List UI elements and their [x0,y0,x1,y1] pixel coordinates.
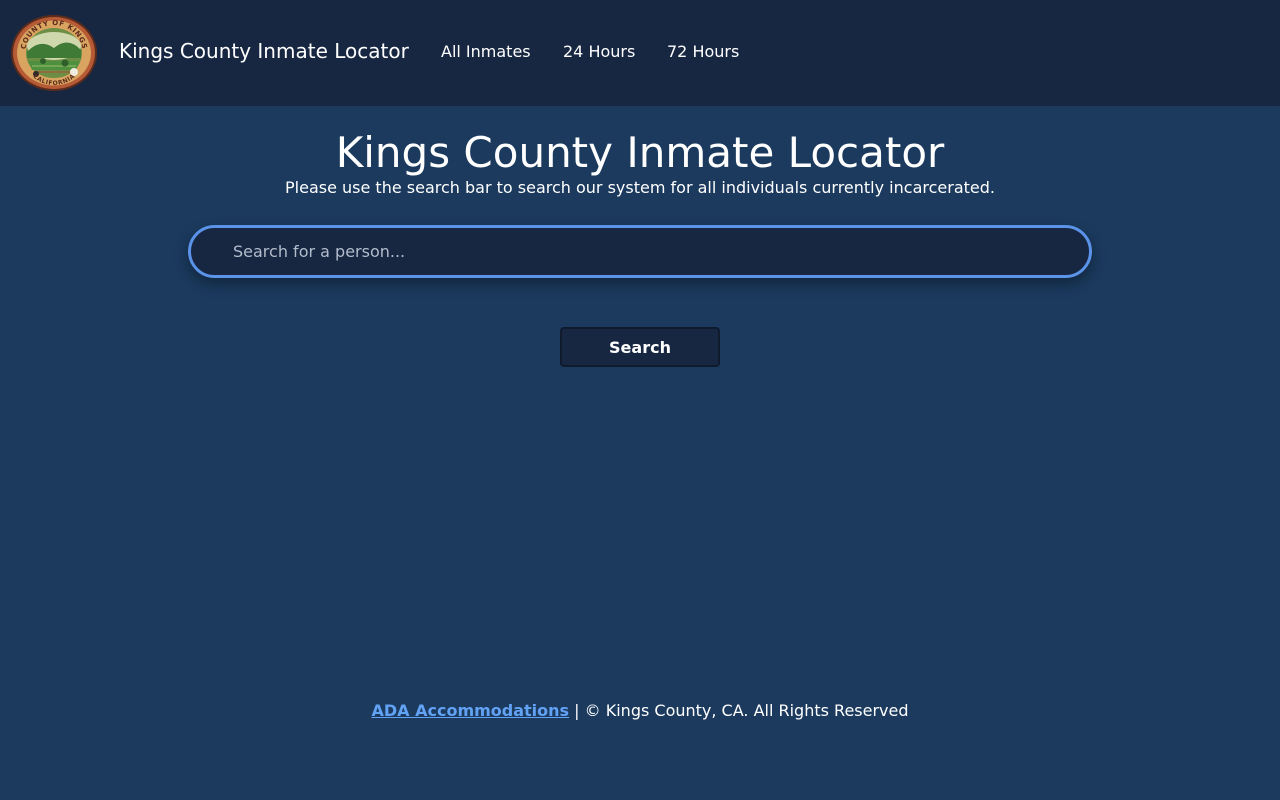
ada-accommodations-link[interactable]: ADA Accommodations [371,701,569,720]
nav-link-all-inmates[interactable]: All Inmates [441,42,531,62]
footer-separator: | [574,701,585,720]
nav-link-72-hours[interactable]: 72 Hours [667,42,739,62]
brand-link[interactable]: Kings County Inmate Locator [119,38,409,64]
footer: ADA Accommodations | © Kings County, CA.… [0,701,1280,721]
top-navbar: COUNTY OF KINGS CALIFORNIA Kings County … [0,0,1280,106]
page-title: Kings County Inmate Locator [335,128,945,177]
footer-copyright: © Kings County, CA. All Rights Reserved [584,701,909,720]
page-subtitle: Please use the search bar to search our … [285,178,995,197]
search-input[interactable] [188,225,1092,278]
nav-link-24-hours[interactable]: 24 Hours [563,42,635,62]
search-button[interactable]: Search [560,327,720,367]
county-seal-icon[interactable]: COUNTY OF KINGS CALIFORNIA [10,14,98,92]
